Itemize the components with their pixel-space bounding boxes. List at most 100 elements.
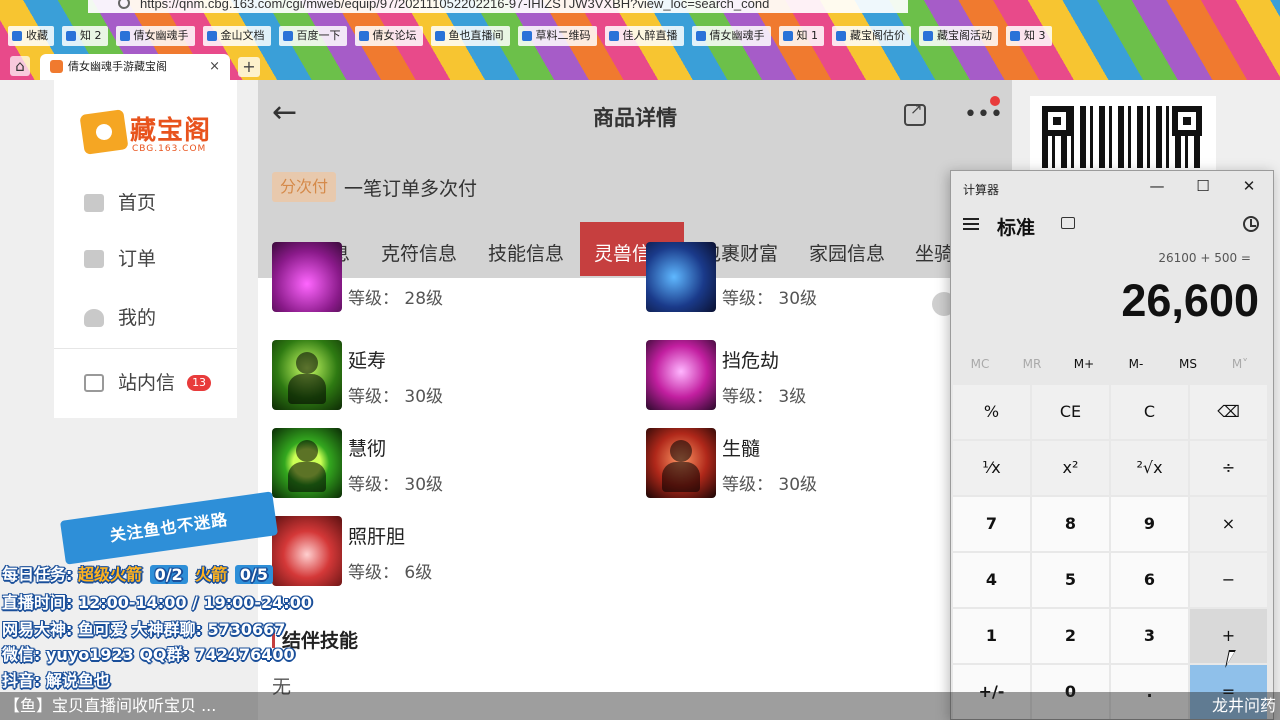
qr-finder	[1172, 106, 1202, 136]
memory-row: MC MR M+ M- MS M˅	[951, 357, 1273, 379]
tab-close-icon[interactable]: ×	[209, 54, 220, 80]
keep-on-top-icon[interactable]	[1061, 217, 1075, 229]
ticker-end-text: 龙井问药	[1211, 696, 1276, 715]
digit-8-key[interactable]: 8	[1032, 497, 1109, 551]
skill-name: 延寿	[348, 350, 387, 372]
digit-4-key[interactable]: 4	[953, 553, 1030, 607]
skill-icon	[646, 340, 716, 410]
clear-key[interactable]: C	[1111, 385, 1188, 439]
home-icon[interactable]: ⌂	[10, 56, 30, 76]
mr-button[interactable]: MR	[1007, 357, 1057, 371]
favicon-icon	[50, 60, 63, 73]
history-icon[interactable]	[1243, 216, 1259, 232]
bookmark-item[interactable]: 金山文档	[202, 26, 271, 46]
bookmark-item[interactable]: 倩女论坛	[354, 26, 423, 46]
bookmark-item[interactable]: 知 3	[1006, 26, 1052, 46]
tab-title: 倩女幽魂手游藏宝阁	[68, 60, 167, 73]
douyin-line: 抖音: 解说鱼也	[2, 671, 110, 690]
bookmark-item[interactable]: 知 1	[778, 26, 824, 46]
task-b-label: 火箭	[195, 565, 228, 584]
live-time-line: 直播时间: 12:00-14:00 / 19:00-24:00	[2, 593, 312, 612]
m-plus-button[interactable]: M+	[1059, 357, 1109, 371]
digit-9-key[interactable]: 9	[1111, 497, 1188, 551]
sidebar-item-label: 站内信	[118, 372, 176, 394]
bookmark-item[interactable]: 收藏	[8, 26, 54, 46]
home-icon	[84, 194, 104, 212]
reciprocal-key[interactable]: ¹⁄x	[953, 441, 1030, 495]
ms-button[interactable]: MS	[1163, 357, 1213, 371]
divide-key[interactable]: ÷	[1190, 441, 1267, 495]
bookmark-item[interactable]: 百度一下	[278, 26, 347, 46]
close-icon[interactable]: ✕	[1239, 177, 1259, 195]
skill-level: 等级： 30级	[348, 475, 444, 495]
mc-button[interactable]: MC	[955, 357, 1005, 371]
multiply-key[interactable]: ×	[1190, 497, 1267, 551]
figure-head	[670, 440, 692, 462]
product-detail-panel: ← 商品详情 ••• 分次付 一笔订单多次付 装备信息 克符信息 技能信息 灵兽…	[258, 80, 1012, 720]
netease-line: 网易大神: 鱼可爱 大神群聊: 5730667	[2, 620, 286, 639]
clear-entry-key[interactable]: CE	[1032, 385, 1109, 439]
m-minus-button[interactable]: M-	[1111, 357, 1161, 371]
lock-icon	[118, 0, 130, 9]
bookmark-item[interactable]: 知 2	[62, 26, 108, 46]
bookmark-item[interactable]: 藏宝阁活动	[919, 26, 998, 46]
skill-item[interactable]: 等级： 28级	[258, 242, 588, 314]
square-key[interactable]: x²	[1032, 441, 1109, 495]
bookmark-item[interactable]: 佳人醉直播	[604, 26, 684, 46]
bookmark-item[interactable]: 藏宝阁估价	[832, 26, 911, 46]
skill-item[interactable]: 生髓 等级： 30级	[632, 428, 962, 500]
skill-icon	[272, 516, 342, 586]
sidebar-item-messages[interactable]: 站内信 13	[82, 368, 232, 398]
skill-name: 慧彻	[348, 438, 387, 460]
ticker-text: 【鱼】宝贝直播间收听宝贝 ...	[4, 696, 217, 715]
skill-level: 等级： 30级	[348, 387, 444, 407]
memory-list-button[interactable]: M˅	[1215, 357, 1265, 371]
share-icon[interactable]	[904, 100, 926, 126]
bookmark-item[interactable]: 倩女幽魂手	[115, 26, 195, 46]
digit-1-key[interactable]: 1	[953, 609, 1030, 663]
skill-item[interactable]: 照肝胆 等级： 6级	[258, 516, 588, 588]
digit-5-key[interactable]: 5	[1032, 553, 1109, 607]
square-root-key[interactable]: ²√x	[1111, 441, 1188, 495]
order-icon	[84, 250, 104, 268]
bookmark-item[interactable]: 倩女幽魂手	[691, 26, 771, 46]
sidebar-item-home[interactable]: 首页	[82, 188, 232, 218]
minimize-icon[interactable]: —	[1147, 177, 1167, 195]
digit-3-key[interactable]: 3	[1111, 609, 1188, 663]
skill-item[interactable]: 慧彻 等级： 30级	[258, 428, 588, 500]
new-tab-button[interactable]: +	[238, 57, 260, 77]
logo[interactable]: 藏宝阁 CBG.163.COM	[79, 102, 212, 158]
digit-2-key[interactable]: 2	[1032, 609, 1109, 663]
digit-7-key[interactable]: 7	[953, 497, 1030, 551]
skill-level: 等级： 28级	[348, 289, 444, 309]
skill-item[interactable]: 等级： 30级	[632, 242, 962, 314]
digit-6-key[interactable]: 6	[1111, 553, 1188, 607]
skill-name: 生髓	[722, 438, 761, 460]
skill-item[interactable]: 延寿 等级： 30级	[258, 340, 588, 412]
installment-row[interactable]: 分次付 一笔订单多次付	[258, 150, 1012, 220]
skill-level: 等级： 3级	[722, 387, 807, 407]
bookmark-item[interactable]: 草料二维码	[517, 26, 597, 46]
percent-key[interactable]: %	[953, 385, 1030, 439]
result-display: 26,600	[1121, 275, 1259, 326]
bookmark-item[interactable]: 鱼也直播间	[430, 26, 510, 46]
maximize-icon[interactable]: ☐	[1193, 177, 1213, 195]
calculator-mode: 标准	[997, 217, 1036, 239]
sidebar-item-mine[interactable]: 我的	[82, 303, 232, 333]
address-bar[interactable]: https://qnm.cbg.163.com/cgi/mweb/equip/9…	[88, 0, 908, 13]
sidebar-item-label: 我的	[118, 307, 157, 329]
sidebar-item-orders[interactable]: 订单	[82, 244, 232, 274]
skill-icon	[272, 242, 342, 312]
bookmarks-bar: 收藏 知 2 倩女幽魂手 金山文档 百度一下 倩女论坛 鱼也直播间 草料二维码 …	[0, 26, 1280, 48]
calculator-window: 计算器 — ☐ ✕ 标准 26100 + 500 = 26,600 MC MR …	[950, 170, 1274, 720]
treasure-box-icon	[79, 109, 129, 155]
page-title: 商品详情	[593, 106, 677, 130]
browser-tab[interactable]: 倩女幽魂手游藏宝阁 ×	[40, 54, 230, 80]
sidebar-item-label: 订单	[118, 248, 157, 270]
skill-item[interactable]: 挡危劫 等级： 3级	[632, 340, 962, 412]
backspace-key[interactable]: ⌫	[1190, 385, 1267, 439]
subtract-key[interactable]: −	[1190, 553, 1267, 607]
logo-subtext: CBG.163.COM	[132, 144, 207, 154]
more-icon[interactable]: •••	[964, 102, 1003, 127]
menu-icon[interactable]	[963, 218, 979, 230]
